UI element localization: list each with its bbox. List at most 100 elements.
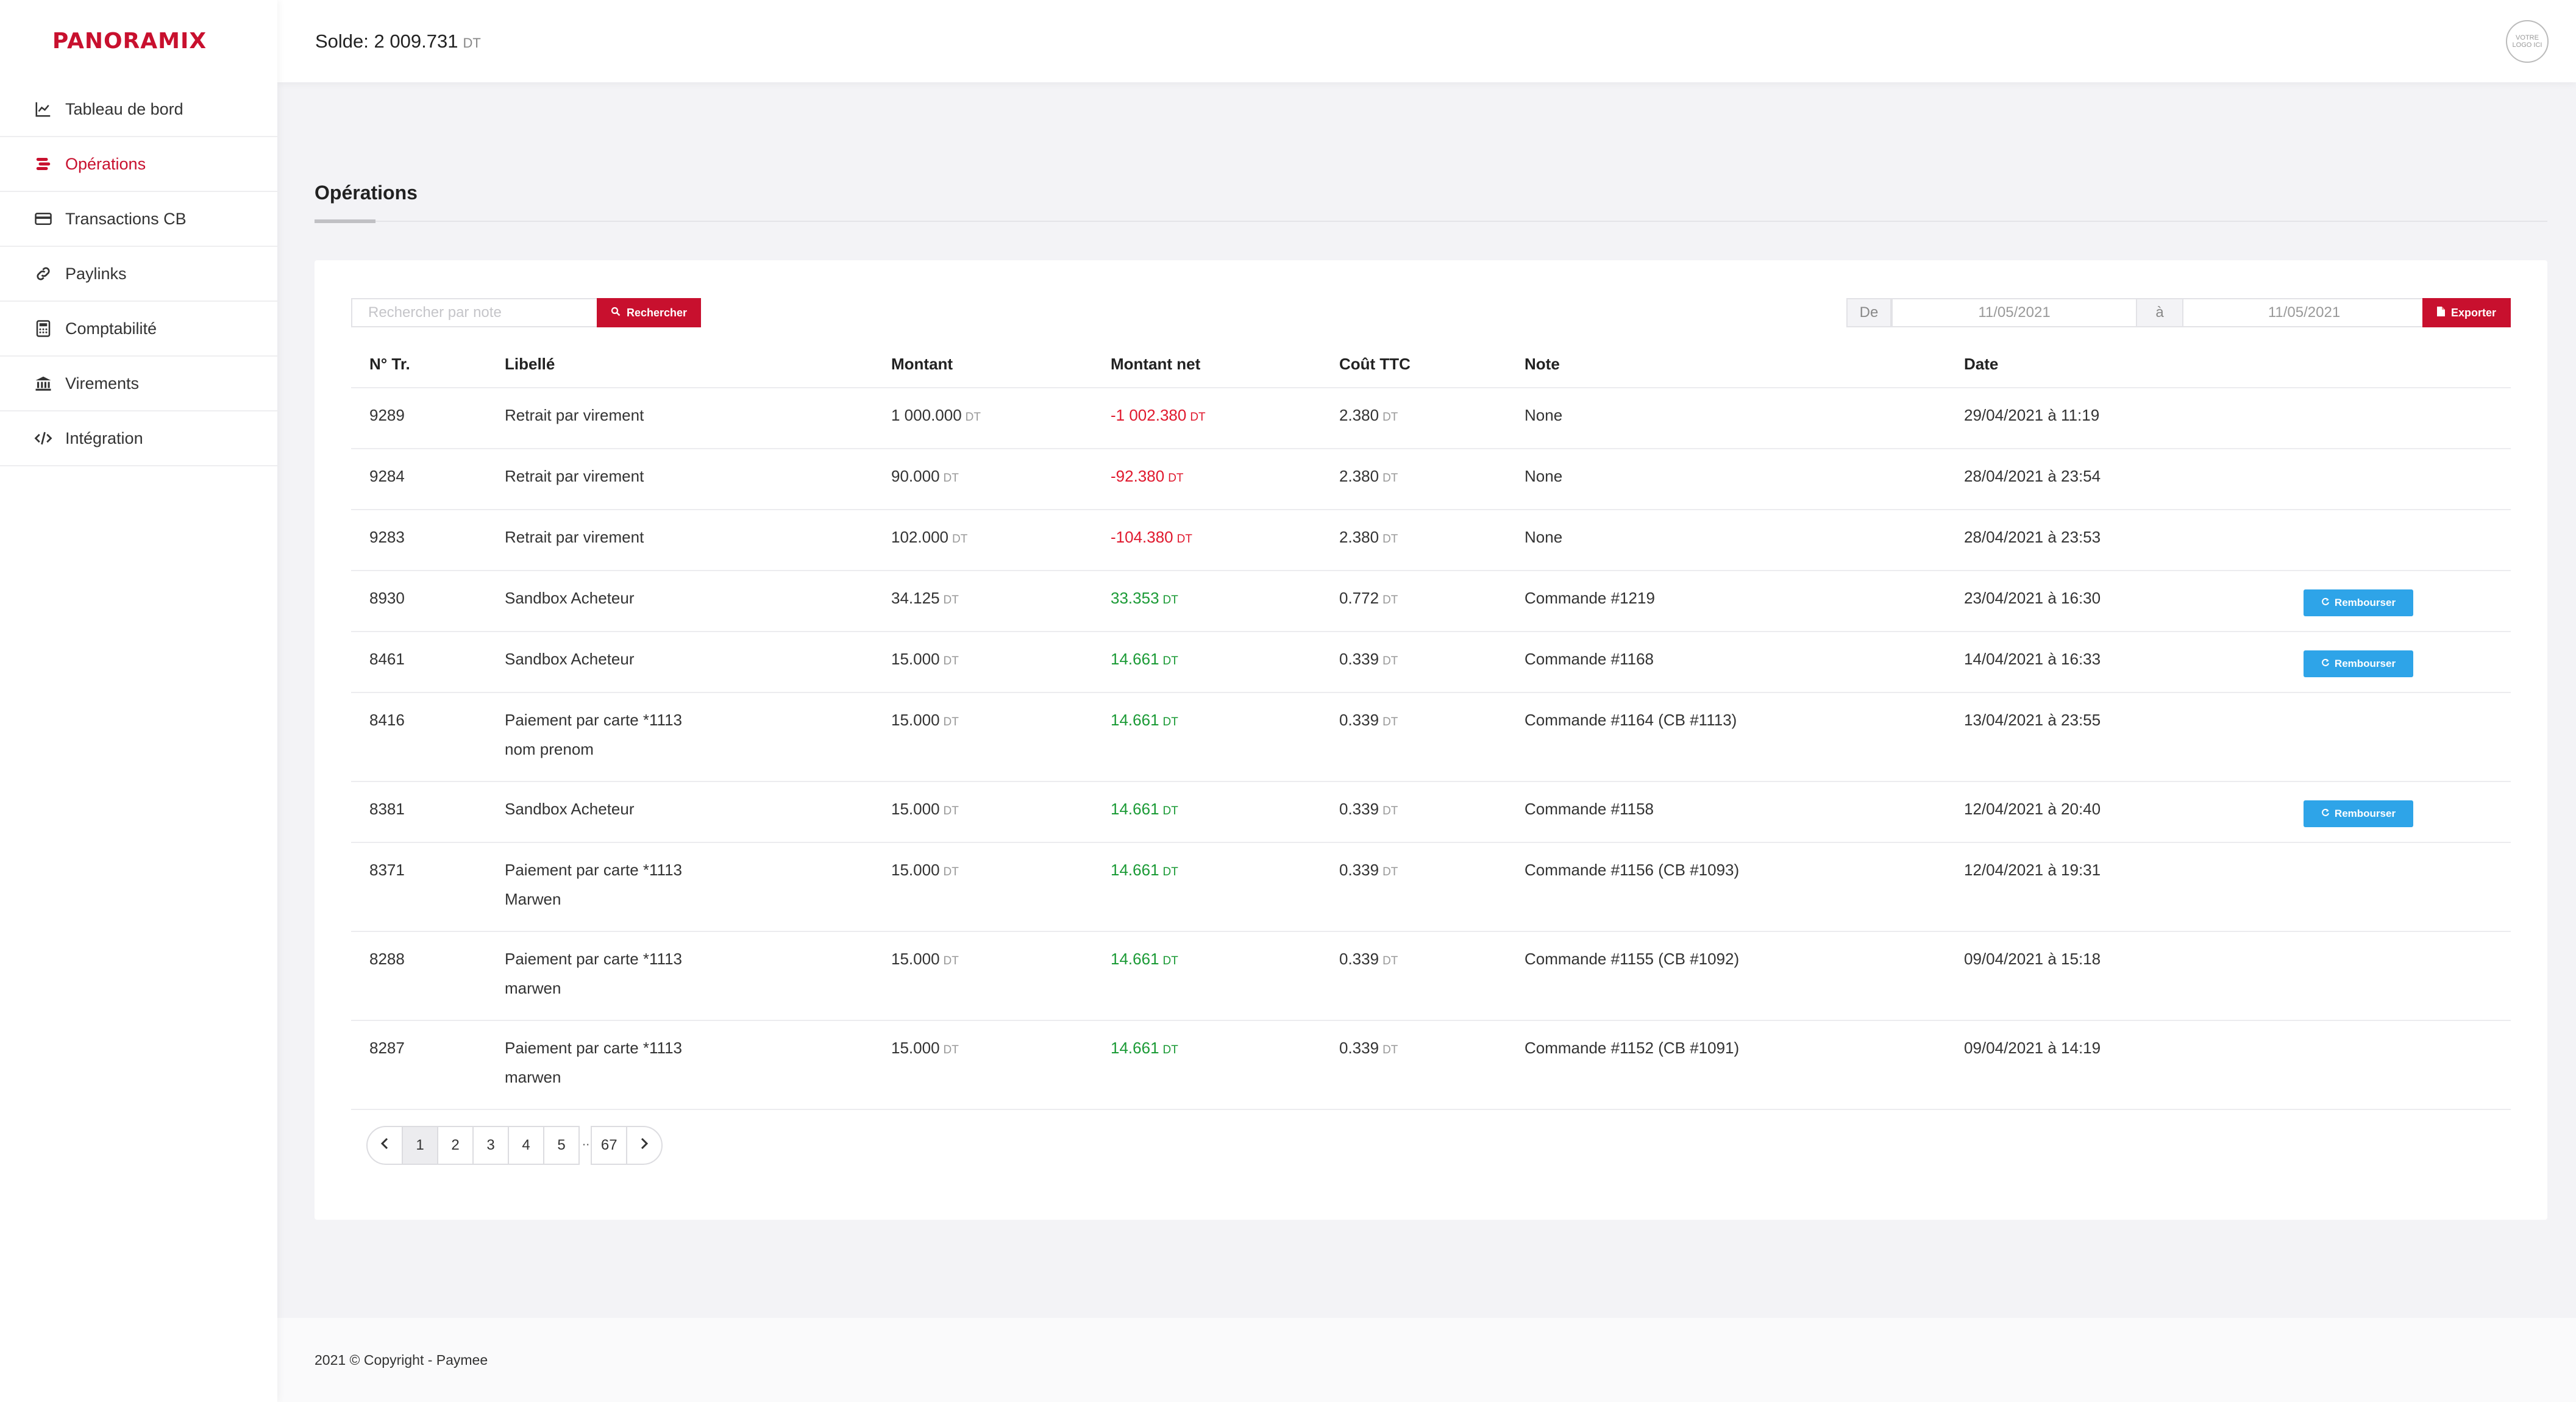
- header-num[interactable]: N° Tr.: [369, 349, 410, 379]
- libelle-line: Sandbox Acheteur: [505, 650, 635, 668]
- sidebar-item-transactions-cb[interactable]: Transactions CB: [0, 192, 277, 247]
- sidebar-item-label: Comptabilité: [65, 319, 157, 338]
- search-button-label: Rechercher: [626, 306, 688, 319]
- cell-cout-ttc: 0.339 DT: [1339, 855, 1398, 887]
- header-montant[interactable]: Montant: [891, 349, 953, 379]
- libelle-line: Retrait par virement: [505, 528, 644, 546]
- sidebar-item-label: Opérations: [65, 154, 146, 173]
- refund-button[interactable]: Rembourser: [2304, 800, 2413, 827]
- cell-montant-net: 14.661 DT: [1111, 1033, 1178, 1065]
- cell-montant-net: 33.353 DT: [1111, 583, 1178, 615]
- pagination-page-3[interactable]: 3: [472, 1126, 509, 1165]
- cell-transaction-id: 8461: [369, 650, 405, 668]
- currency-unit: DT: [943, 594, 959, 607]
- pagination-prev-button[interactable]: [366, 1126, 403, 1165]
- cell-cout-ttc: 0.772 DT: [1339, 583, 1398, 615]
- pagination-ellipsis: ..: [582, 1133, 590, 1148]
- amount-value: 102.000: [891, 528, 948, 546]
- chevron-right-icon: [639, 1137, 649, 1154]
- libelle-line: Sandbox Acheteur: [505, 800, 635, 818]
- title-divider: [315, 221, 2547, 222]
- sidebar-item-operations[interactable]: Opérations: [0, 137, 277, 192]
- currency-unit: DT: [1168, 472, 1184, 485]
- amount-value: 15.000: [891, 711, 940, 729]
- pagination-page-last[interactable]: 67: [591, 1126, 628, 1165]
- cell-note: None: [1525, 528, 1563, 546]
- header-date[interactable]: Date: [1964, 349, 1998, 379]
- cost-value: 2.380: [1339, 406, 1379, 424]
- cell-libelle: Paiement par carte *1113 Marwen: [505, 855, 682, 914]
- table-row: 8461 Sandbox Acheteur 15.000 DT 14.661 DT 0.33…: [351, 632, 2511, 693]
- cell-montant-net: 14.661 DT: [1111, 855, 1178, 887]
- libelle-subline: Marwen: [505, 890, 561, 908]
- search-button[interactable]: Rechercher: [597, 298, 701, 327]
- table-row: 9289 Retrait par virement 1 000.000 DT -1 00…: [351, 388, 2511, 449]
- search-icon: [611, 307, 621, 319]
- chart-line-icon: [34, 99, 53, 119]
- refund-button-label: Rembourser: [2334, 808, 2396, 819]
- cell-libelle: Sandbox Acheteur: [505, 583, 635, 613]
- cell-date: 09/04/2021 à 14:19: [1964, 1039, 2101, 1057]
- pagination-next-button[interactable]: [626, 1126, 663, 1165]
- cell-date: 28/04/2021 à 23:54: [1964, 467, 2101, 485]
- sidebar-item-paylinks[interactable]: Paylinks: [0, 247, 277, 302]
- cell-note: Commande #1219: [1525, 589, 1655, 607]
- cost-value: 2.380: [1339, 467, 1379, 485]
- brand-logo[interactable]: PANORAMIX: [0, 0, 277, 82]
- pagination-page-1[interactable]: 1: [402, 1126, 438, 1165]
- cell-cout-ttc: 2.380 DT: [1339, 400, 1398, 432]
- sidebar-item-label: Paylinks: [65, 264, 127, 283]
- date-to-input[interactable]: [2182, 298, 2426, 327]
- cell-transaction-id: 8381: [369, 800, 405, 818]
- export-button[interactable]: Exporter: [2422, 298, 2511, 327]
- table-body: 9289 Retrait par virement 1 000.000 DT -1 00…: [351, 388, 2511, 1110]
- currency-unit: DT: [1162, 1044, 1178, 1056]
- credit-card-icon: [34, 209, 53, 229]
- sidebar-item-tableau-de-bord[interactable]: Tableau de bord: [0, 82, 277, 137]
- cell-cout-ttc: 0.339 DT: [1339, 1033, 1398, 1065]
- sidebar-item-integration[interactable]: Intégration: [0, 411, 277, 466]
- currency-unit: DT: [1382, 594, 1398, 607]
- pagination-page-2[interactable]: 2: [437, 1126, 474, 1165]
- cell-libelle: Retrait par virement: [505, 522, 644, 552]
- cell-cout-ttc: 0.339 DT: [1339, 644, 1398, 676]
- currency-unit: DT: [1162, 955, 1178, 967]
- amount-value: 34.125: [891, 589, 940, 607]
- table-row: 8287 Paiement par carte *1113 marwen 15.000…: [351, 1021, 2511, 1110]
- operations-table: N° Tr. Libellé Montant Montant net Coût …: [351, 340, 2511, 1110]
- sidebar-item-virements[interactable]: Virements: [0, 357, 277, 411]
- refund-button[interactable]: Rembourser: [2304, 650, 2413, 677]
- header-montant-net[interactable]: Montant net: [1111, 349, 1200, 379]
- currency-unit: DT: [1382, 866, 1398, 878]
- cell-montant: 102.000 DT: [891, 522, 967, 554]
- header-cout[interactable]: Coût TTC: [1339, 349, 1411, 379]
- currency-unit: DT: [1382, 533, 1398, 546]
- currency-unit: DT: [1176, 533, 1192, 546]
- cell-note: None: [1525, 406, 1563, 424]
- cell-date: 09/04/2021 à 15:18: [1964, 950, 2101, 968]
- pagination-page-5[interactable]: 5: [543, 1126, 580, 1165]
- currency-unit: DT: [1382, 1044, 1398, 1056]
- cell-montant: 15.000 DT: [891, 794, 959, 826]
- libelle-line: Paiement par carte *1113: [505, 711, 682, 729]
- pagination-page-4[interactable]: 4: [508, 1126, 544, 1165]
- header-libelle[interactable]: Libellé: [505, 349, 555, 379]
- sidebar-item-comptabilite[interactable]: Comptabilité: [0, 302, 277, 357]
- date-from-label: De: [1846, 298, 1891, 327]
- date-from-input[interactable]: [1891, 298, 2137, 327]
- header-note[interactable]: Note: [1525, 349, 1560, 379]
- sidebar-item-label: Virements: [65, 374, 140, 393]
- balance-value: 2 009.731: [374, 30, 458, 52]
- currency-unit: DT: [1190, 411, 1206, 424]
- cell-transaction-id: 8371: [369, 861, 405, 879]
- user-logo-avatar[interactable]: VOTRE LOGO ICI: [2506, 20, 2549, 63]
- sidebar: PANORAMIX Tableau de bord Opérations Trans…: [0, 0, 277, 1402]
- search-input[interactable]: [351, 298, 597, 327]
- refund-button[interactable]: Rembourser: [2304, 589, 2413, 616]
- cell-montant-net: -92.380 DT: [1111, 461, 1184, 493]
- amount-value: 15.000: [891, 861, 940, 879]
- table-row: 8930 Sandbox Acheteur 34.125 DT 33.353 DT 0.77…: [351, 571, 2511, 632]
- operations-card: Rechercher De à Exporter N° Tr. Libellé …: [315, 260, 2547, 1220]
- sidebar-item-label: Tableau de bord: [65, 99, 183, 118]
- title-underline: [315, 219, 375, 223]
